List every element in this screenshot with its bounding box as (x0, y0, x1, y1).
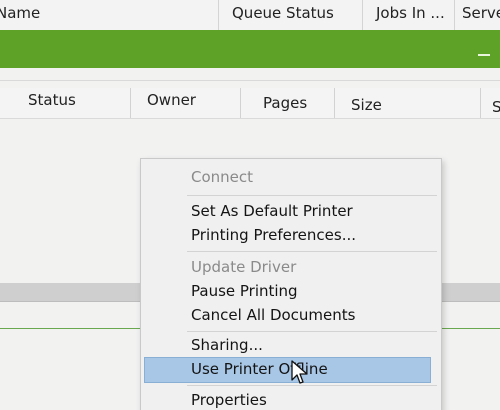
selected-printer-row[interactable] (0, 30, 500, 68)
job-queue-header: Status Owner Pages Size S (0, 88, 500, 119)
column-divider[interactable] (240, 88, 241, 118)
menu-item-label: Connect (191, 168, 254, 186)
menu-separator (187, 195, 437, 196)
menu-item-label: Sharing... (191, 336, 263, 354)
menu-item-use-printer-offline[interactable]: Use Printer Offline (144, 357, 431, 383)
menu-separator (187, 251, 437, 252)
column-divider[interactable] (362, 0, 363, 30)
column-divider[interactable] (218, 0, 219, 30)
column-divider[interactable] (130, 88, 131, 118)
menu-item-sharing[interactable]: Sharing... (141, 334, 441, 358)
column-header-queue-status[interactable]: Queue Status (232, 4, 334, 22)
column-header-size[interactable]: Size (351, 96, 382, 114)
menu-item-set-default-printer[interactable]: Set As Default Printer (141, 200, 441, 224)
menu-item-label: Properties (191, 391, 267, 409)
column-divider[interactable] (480, 88, 481, 118)
column-header-jobs-in[interactable]: Jobs In ... (376, 4, 445, 22)
menu-separator (187, 331, 437, 332)
menu-item-label: Pause Printing (191, 282, 298, 300)
column-header-owner[interactable]: Owner (147, 91, 196, 109)
pointer-cursor-icon (291, 360, 308, 384)
column-header-s[interactable]: S (492, 98, 500, 116)
menu-separator (187, 385, 437, 386)
menu-item-label: Printing Preferences... (191, 226, 356, 244)
menu-item-pause-printing[interactable]: Pause Printing (141, 280, 441, 304)
printer-list-header: Name Queue Status Jobs In ... Serve (0, 0, 500, 31)
menu-item-connect: Connect (141, 166, 441, 190)
pane-divider (0, 80, 500, 81)
menu-item-printing-preferences[interactable]: Printing Preferences... (141, 224, 441, 248)
print-queue-window: Name Queue Status Jobs In ... Serve Stat… (0, 0, 500, 410)
column-divider[interactable] (334, 88, 335, 118)
column-header-name[interactable]: Name (0, 4, 40, 22)
column-header-server[interactable]: Serve (462, 4, 500, 22)
menu-item-label: Set As Default Printer (191, 202, 353, 220)
menu-item-label: Cancel All Documents (191, 306, 356, 324)
collapse-indicator (478, 54, 490, 56)
menu-item-properties[interactable]: Properties (141, 389, 441, 410)
column-header-status[interactable]: Status (28, 91, 76, 109)
column-divider[interactable] (454, 0, 455, 30)
menu-item-label: Update Driver (191, 258, 297, 276)
menu-item-update-driver: Update Driver (141, 256, 441, 280)
menu-item-cancel-all-documents[interactable]: Cancel All Documents (141, 304, 441, 328)
column-header-pages[interactable]: Pages (263, 94, 307, 112)
